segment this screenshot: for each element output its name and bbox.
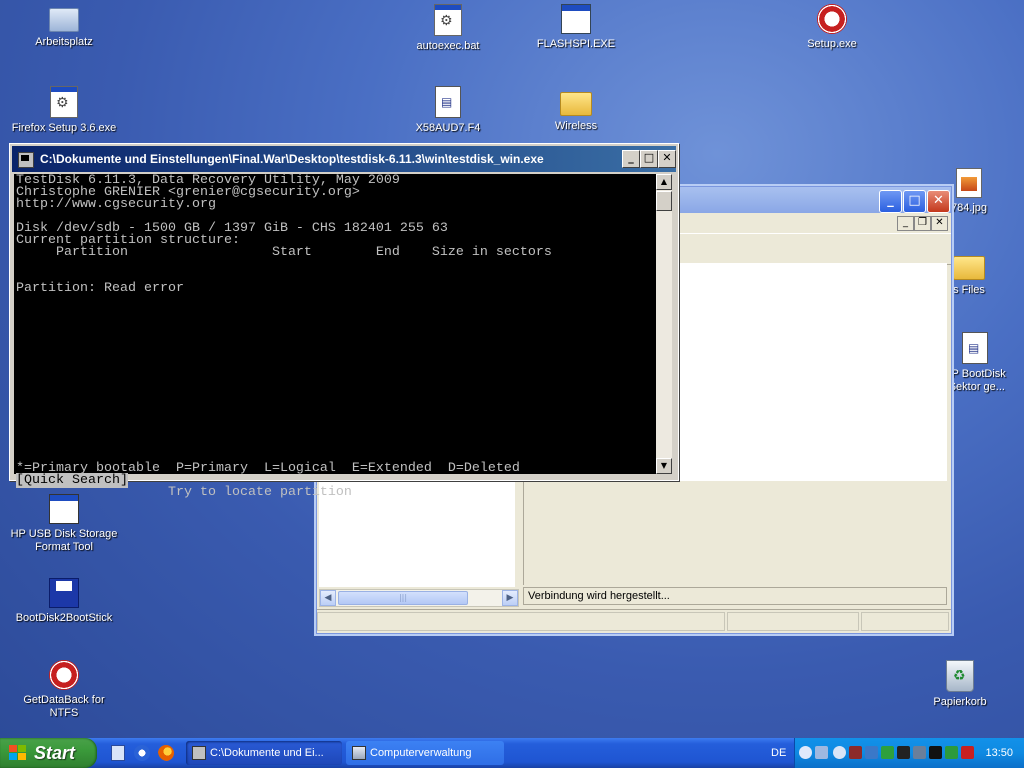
console-icon [18,152,34,168]
close-button[interactable]: ✕ [927,190,950,213]
toolbar [677,233,951,265]
lifebuoy-icon [817,4,847,34]
system-tray: 13:50 [794,738,1024,768]
desktop-icon-label: Firefox Setup 3.6.exe [11,122,117,134]
taskbar-item-label: Computerverwaltung [370,747,472,759]
clock[interactable]: 13:50 [985,738,1013,768]
desktop-icon-label: Setup.exe [807,38,857,50]
desktop-icon-label: GetDataBack for NTFS [23,694,105,719]
connection-status: Verbindung wird hergestellt... [523,587,947,605]
folder-icon [953,256,985,280]
desktop-icon-flashspi[interactable]: FLASHSPI.EXE [521,4,631,51]
show-desktop-icon[interactable] [111,745,125,761]
console-titlebar[interactable]: C:\Dokumente und Einstellungen\Final.War… [12,146,676,172]
minimize-button[interactable]: _ [622,150,640,168]
firefox-icon[interactable] [158,745,174,761]
update-icon[interactable] [881,746,894,759]
desktop-icon-label: X58AUD7.F4 [415,122,481,134]
console-screen[interactable]: TestDisk 6.11.3, Data Recovery Utility, … [14,174,656,499]
tray-app-icon[interactable] [913,746,926,759]
start-label: Start [34,743,76,763]
mdi-minimize-button[interactable]: _ [897,216,914,231]
minimize-button[interactable]: _ [879,190,902,213]
explorer-icon[interactable] [134,745,150,761]
lifebuoy-icon [49,660,79,690]
scroll-left-arrow-icon[interactable]: ◀ [320,590,336,606]
console-title: C:\Dokumente und Einstellungen\Final.War… [40,152,544,166]
folder-icon [560,92,592,116]
desktop-icon-bootdisk2bootstick[interactable]: BootDisk2BootStick [9,578,119,625]
language-indicator[interactable]: DE [771,738,786,768]
file-icon [435,86,461,118]
recycle-bin-icon [946,660,974,692]
scroll-down-arrow-icon[interactable]: ▼ [656,458,672,474]
desktop-icon-label: Wireless [554,120,598,132]
desktop-icon-autoexec[interactable]: autoexec.bat [393,4,503,53]
console-line: http://www.cgsecurity.org [16,197,216,212]
computer-management-icon [352,746,366,760]
desktop-icon-hp-usb[interactable]: HP USB Disk Storage Format Tool [9,494,119,554]
tray-app-icon[interactable] [849,746,862,759]
windows-logo-icon [9,745,27,761]
batch-file-icon [434,4,462,36]
taskbar-item-label: C:\Dokumente und Ei... [210,747,324,759]
scroll-up-arrow-icon[interactable]: ▲ [656,174,672,190]
scroll-thumb[interactable]: ||| [338,591,468,605]
search-icon[interactable] [833,746,846,759]
floppy-disk-icon [49,578,79,608]
console-line: Partition Start End Size in sectors [16,245,552,260]
tray-app-icon[interactable] [865,746,878,759]
desktop-icon-wireless[interactable]: Wireless [521,86,631,133]
executable-icon [561,4,591,34]
desktop-icon-label: Papierkorb [933,696,987,708]
desktop-icon-label: Arbeitsplatz [35,36,93,48]
desktop-icon-getdataback[interactable]: GetDataBack for NTFS [9,660,119,720]
tray-app-icon[interactable] [961,746,974,759]
installer-icon [50,86,78,118]
tray-expand-icon[interactable] [799,746,812,759]
desktop-icon-x58aud7[interactable]: X58AUD7.F4 [393,86,503,135]
vertical-scrollbar[interactable]: ▲ ▼ [656,174,672,474]
desktop-icon-firefox-setup[interactable]: Firefox Setup 3.6.exe [9,86,119,135]
close-button[interactable]: ✕ [658,150,676,168]
mdi-close-button[interactable]: ✕ [931,216,948,231]
desktop-icon-label: FLASHSPI.EXE [536,38,616,50]
taskbar-item-testdisk[interactable]: C:\Dokumente und Ei... [186,741,342,765]
menu-hint: Try to locate partition [167,485,352,500]
maximize-button[interactable]: □ [903,190,926,213]
scroll-thumb[interactable] [656,191,672,211]
testdisk-console-window[interactable]: C:\Dokumente und Einstellungen\Final.War… [9,143,679,499]
file-icon [962,332,988,364]
horizontal-scrollbar[interactable]: ◀ ||| ▶ [319,589,519,607]
tray-app-icon[interactable] [945,746,958,759]
taskbar-item-computerverwaltung[interactable]: Computerverwaltung [346,741,504,765]
desktop-icon-label: HP USB Disk Storage Format Tool [10,528,118,553]
network-icon[interactable] [815,746,828,759]
maximize-button[interactable]: □ [640,150,658,168]
start-button[interactable]: Start [0,738,97,768]
mdi-restore-button[interactable]: ❐ [914,216,931,231]
console-line: Partition: Read error [16,281,184,296]
taskbar: Start C:\Dokumente und Ei... Computerver… [0,738,1024,768]
console-output: TestDisk 6.11.3, Data Recovery Utility, … [14,174,656,499]
status-bar [317,609,951,632]
image-file-icon [956,168,982,198]
desktop-icon-arbeitsplatz[interactable]: Arbeitsplatz [9,4,119,49]
desktop-icon-setup[interactable]: Setup.exe [777,4,887,51]
console-icon [192,746,206,760]
tray-app-icon[interactable] [929,746,942,759]
quick-search-menu-item[interactable]: [Quick Search] [16,473,128,488]
desktop-icon-label: BootDisk2BootStick [15,612,113,624]
tray-app-icon[interactable] [897,746,910,759]
scroll-right-arrow-icon[interactable]: ▶ [502,590,518,606]
desktop-icon-papierkorb[interactable]: Papierkorb [905,660,1015,709]
computer-icon [49,8,79,32]
desktop-icon-label: autoexec.bat [416,40,480,52]
